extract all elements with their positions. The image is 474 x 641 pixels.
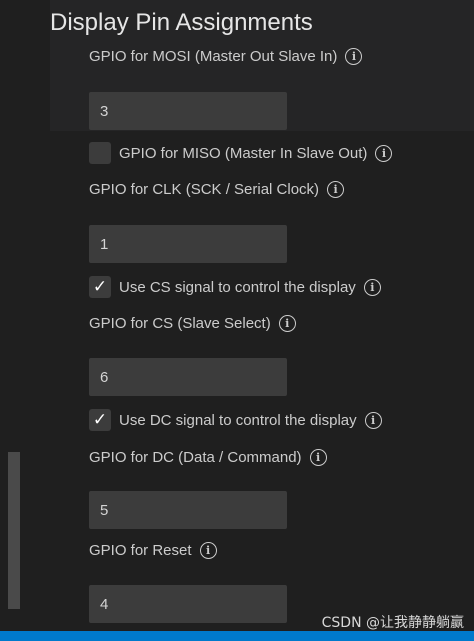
info-icon[interactable]: i [375, 144, 393, 162]
check-icon: ✓ [92, 410, 108, 430]
miso-checkbox[interactable] [89, 142, 111, 164]
mosi-label: GPIO for MOSI (Master Out Slave In) [89, 48, 338, 65]
reset-label: GPIO for Reset [89, 542, 192, 559]
info-icon[interactable]: i [199, 542, 217, 559]
cs-label: GPIO for CS (Slave Select) [89, 315, 271, 332]
cs-checkbox-row[interactable]: ✓ Use CS signal to control the display i [89, 276, 381, 298]
cs-toggle-label: Use CS signal to control the display [119, 278, 356, 296]
dc-label-row: GPIO for DC (Data / Command) i [89, 449, 327, 466]
cs-label-row: GPIO for CS (Slave Select) i [89, 315, 296, 332]
vertical-scrollbar-thumb[interactable] [8, 452, 20, 609]
info-icon[interactable]: i [309, 449, 327, 466]
mosi-label-row: GPIO for MOSI (Master Out Slave In) i [89, 48, 363, 65]
section-title: Display Pin Assignments [50, 9, 313, 36]
dc-label: GPIO for DC (Data / Command) [89, 449, 302, 466]
info-icon[interactable]: i [363, 278, 381, 296]
status-bar [0, 631, 474, 641]
reset-label-row: GPIO for Reset i [89, 542, 217, 559]
info-icon[interactable]: i [364, 411, 382, 429]
clk-input[interactable] [89, 225, 287, 263]
info-icon[interactable]: i [327, 181, 345, 198]
info-icon[interactable]: i [345, 48, 363, 65]
reset-input[interactable] [89, 585, 287, 623]
miso-checkbox-row[interactable]: GPIO for MISO (Master In Slave Out) i [89, 142, 393, 164]
dc-checkbox[interactable]: ✓ [89, 409, 111, 431]
info-icon[interactable]: i [278, 315, 296, 332]
miso-label: GPIO for MISO (Master In Slave Out) [119, 144, 368, 162]
mosi-input[interactable] [89, 92, 287, 130]
dc-checkbox-row[interactable]: ✓ Use DC signal to control the display i [89, 409, 382, 431]
clk-label-row: GPIO for CLK (SCK / Serial Clock) i [89, 181, 345, 198]
cs-input[interactable] [89, 358, 287, 396]
cs-checkbox[interactable]: ✓ [89, 276, 111, 298]
dc-toggle-label: Use DC signal to control the display [119, 411, 357, 429]
watermark: CSDN @让我静静躺赢 [321, 615, 464, 631]
dc-input[interactable] [89, 491, 287, 529]
clk-label: GPIO for CLK (SCK / Serial Clock) [89, 181, 320, 198]
check-icon: ✓ [92, 277, 108, 297]
